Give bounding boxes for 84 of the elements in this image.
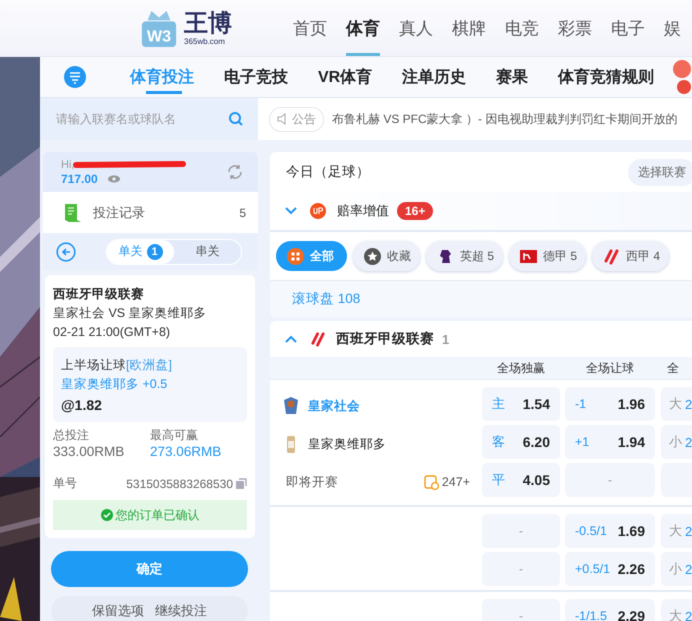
nav-tab[interactable]: 注单历史 <box>402 60 466 94</box>
max-win-label: 最高可赢 <box>150 428 199 443</box>
menu-icon[interactable] <box>64 66 86 88</box>
bet-records-row[interactable]: 投注记录 5 <box>43 192 258 233</box>
nav-link[interactable]: 真人 <box>399 0 433 56</box>
league-header[interactable]: 西班牙甲级联赛 1 <box>270 321 692 357</box>
nav-tab[interactable]: VR体育 <box>318 60 372 94</box>
greeting-text: Hi, <box>61 159 74 171</box>
nav-link[interactable]: 电子 <box>611 0 645 56</box>
nav-link[interactable]: 彩票 <box>558 0 592 56</box>
odds-cell: - <box>482 552 560 586</box>
selection-name: 皇家奥维耶多 +0.5 <box>61 376 168 393</box>
confirmation-text: 您的订单已确认 <box>116 506 200 524</box>
markets-count[interactable]: 247+ <box>442 475 470 489</box>
match-name: 皇家社会 VS 皇家奥维耶多 <box>53 305 208 322</box>
total-stake-value: 333.00RMB <box>53 443 126 461</box>
team-name: 皇家奥维耶多 <box>308 436 386 452</box>
odds-cell: - <box>565 463 655 497</box>
stripes-icon <box>310 331 326 347</box>
bet-records-label: 投注记录 <box>93 204 146 222</box>
keep-selection-button[interactable]: 保留选项 继续投注 <box>51 596 248 621</box>
eye-icon <box>108 175 120 183</box>
match-time: 02-21 21:00(GMT+8) <box>53 324 172 341</box>
search-field[interactable]: 请输入联赛名或球队名 <box>40 98 258 140</box>
market-name: 上半场让球 <box>61 358 126 372</box>
refresh-icon[interactable] <box>226 163 244 181</box>
match-count: 1 <box>442 332 450 346</box>
nav-tab[interactable]: 体育竞猜规则 <box>558 60 654 94</box>
team-name: 皇家社会 <box>308 398 360 414</box>
crest-icon <box>282 396 300 416</box>
nav-link[interactable]: 棋牌 <box>452 0 486 56</box>
league-chip[interactable]: 德甲 5 <box>509 241 586 271</box>
match-status: 即将开赛 <box>286 474 339 490</box>
column-header: 全场让球 <box>585 360 635 376</box>
brand-domain: 365wb.com <box>184 36 226 46</box>
order-label: 单号 <box>53 475 78 492</box>
odds-boost-label: 赔率增值 <box>337 202 389 220</box>
max-win-value: 273.06RMB <box>150 443 222 461</box>
panel-title: 今日（足球） <box>286 163 371 181</box>
odds-button[interactable]: -0.5/1 1.69 <box>565 514 655 548</box>
league-name: 西班牙甲级联赛 <box>53 286 145 303</box>
bet-records-count: 5 <box>239 206 246 220</box>
all-icon <box>287 248 304 264</box>
copy-icon[interactable] <box>236 478 247 489</box>
odds-button[interactable]: +1 1.94 <box>565 425 655 459</box>
nav-tab[interactable]: 电子竞技 <box>224 60 288 94</box>
back-icon[interactable] <box>56 242 76 262</box>
count-badge: 16+ <box>397 202 434 220</box>
search-icon <box>228 111 244 127</box>
odds-button[interactable]: -1/1.5 2.29 <box>565 599 655 621</box>
odds-button[interactable]: +0.5/1 2.26 <box>565 552 655 586</box>
balance-amount: 717.00 <box>61 172 98 186</box>
stripes-icon <box>603 248 620 264</box>
notice-text: 布鲁札赫 VS PFC蒙大拿 ）- 因电视助理裁判判罚红卡期间开放的 <box>332 110 678 128</box>
count-badge: 1 <box>146 244 162 260</box>
league-chip[interactable]: 收藏 <box>353 241 420 271</box>
nav-tab[interactable]: 赛果 <box>496 60 528 94</box>
order-number: 5315035883268530 <box>126 476 233 490</box>
coupon-icon <box>424 474 439 490</box>
odds-button[interactable]: -1 1.96 <box>565 387 655 421</box>
nav-link[interactable]: 电竞 <box>505 0 539 56</box>
column-header: 全场独赢 <box>496 360 546 376</box>
league-chip[interactable]: 西甲 4 <box>592 241 670 271</box>
nav-link[interactable]: 首页 <box>293 0 327 56</box>
column-header: 全 <box>666 360 680 376</box>
league-name: 西班牙甲级联赛 <box>336 330 434 348</box>
notice-label: 公告 <box>292 110 316 128</box>
odds-button[interactable]: 平 4.05 <box>482 463 560 497</box>
check-icon <box>100 509 112 521</box>
odds-cell: - <box>482 514 560 548</box>
odds-value: @1.82 <box>61 396 103 415</box>
bet-type-tab[interactable]: 串关 <box>174 240 241 264</box>
flag-icon <box>520 248 538 264</box>
odds-button[interactable]: 客 6.20 <box>482 425 560 459</box>
brand-name: 王博 <box>184 10 232 36</box>
nav-link[interactable]: 娱 <box>664 0 681 56</box>
up-badge-icon <box>310 203 326 219</box>
odds-cell: - <box>482 599 560 621</box>
odds-button[interactable]: 主 1.54 <box>482 387 560 421</box>
market-type: [欧洲盘] <box>126 358 172 372</box>
league-chip[interactable]: 英超 5 <box>426 241 504 271</box>
odds-boost-row[interactable]: 赔率增值 16+ <box>270 192 692 232</box>
league-select[interactable]: 选择联赛 <box>628 158 692 186</box>
total-stake-label: 总投注 <box>53 428 90 443</box>
